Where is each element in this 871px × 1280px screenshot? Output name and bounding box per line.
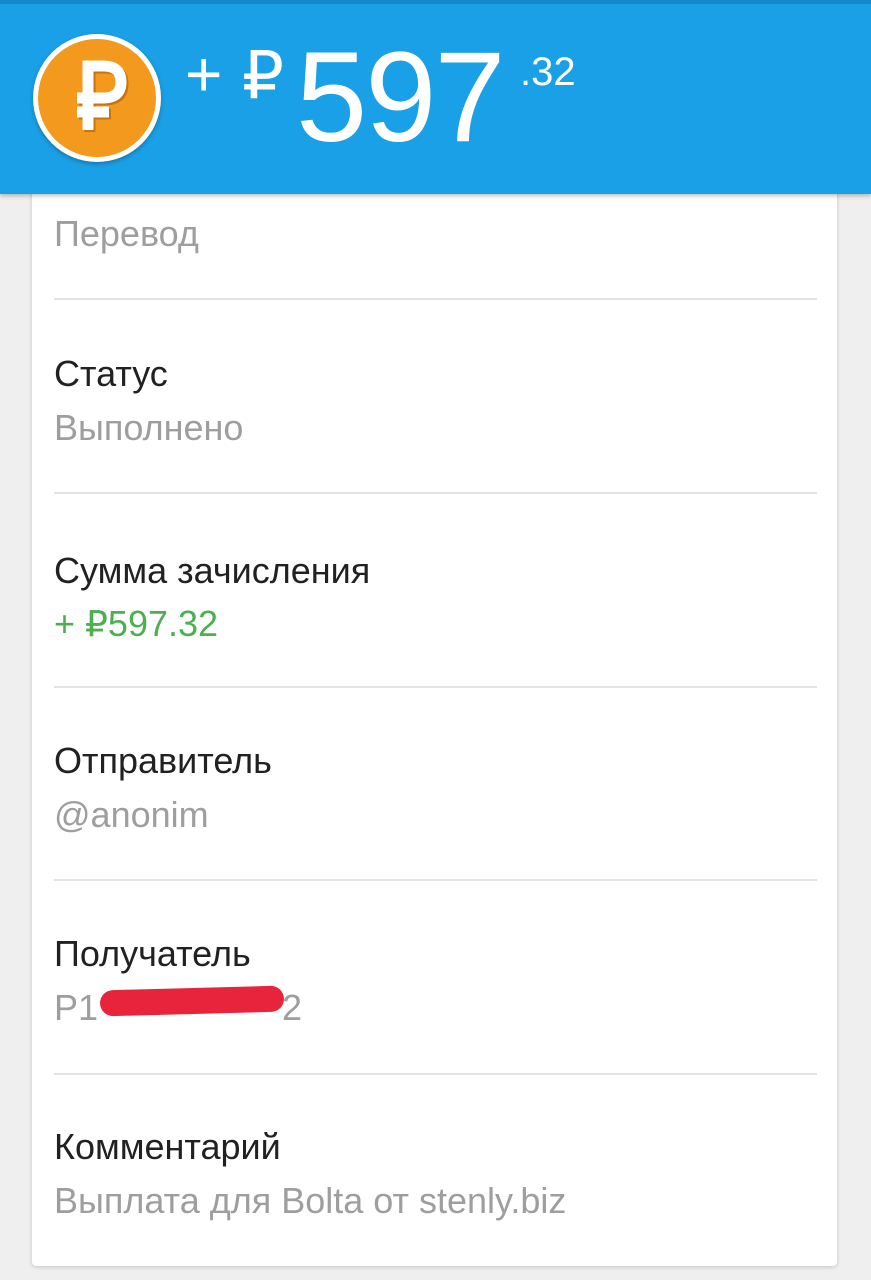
redaction-mark <box>99 985 285 1017</box>
detail-value-status: Выполнено <box>54 407 244 448</box>
divider <box>54 298 817 300</box>
amount-sign: + <box>185 38 223 110</box>
amount-value: 597 <box>296 26 506 169</box>
detail-value-comment: Выплата для Bolta от stenly.biz <box>54 1180 567 1221</box>
detail-value-recipient-suffix: 2 <box>282 987 303 1028</box>
header-top-border <box>0 0 871 4</box>
detail-value-sender: @anonim <box>54 794 209 835</box>
detail-label-amount: Сумма зачисления <box>54 550 371 591</box>
detail-label-status: Статус <box>54 353 168 394</box>
amount-cents: .32 <box>520 50 576 94</box>
divider <box>54 686 817 688</box>
currency-symbol: ₽ <box>242 38 284 112</box>
detail-label-sender: Отправитель <box>54 740 272 781</box>
detail-label-recipient: Получатель <box>54 933 251 974</box>
detail-label-comment: Комментарий <box>54 1126 281 1167</box>
ruble-coin-icon <box>33 34 161 162</box>
transaction-details-card: Перевод Статус Выполнено Сумма зачислени… <box>32 150 837 1266</box>
divider <box>54 879 817 881</box>
detail-value-recipient: P1 <box>54 987 99 1028</box>
divider <box>54 1073 817 1075</box>
divider <box>54 492 817 494</box>
detail-value-type: Перевод <box>54 213 199 254</box>
amount-header: + ₽ 597 .32 <box>0 0 871 194</box>
detail-value-amount: + ₽597.32 <box>54 603 219 644</box>
